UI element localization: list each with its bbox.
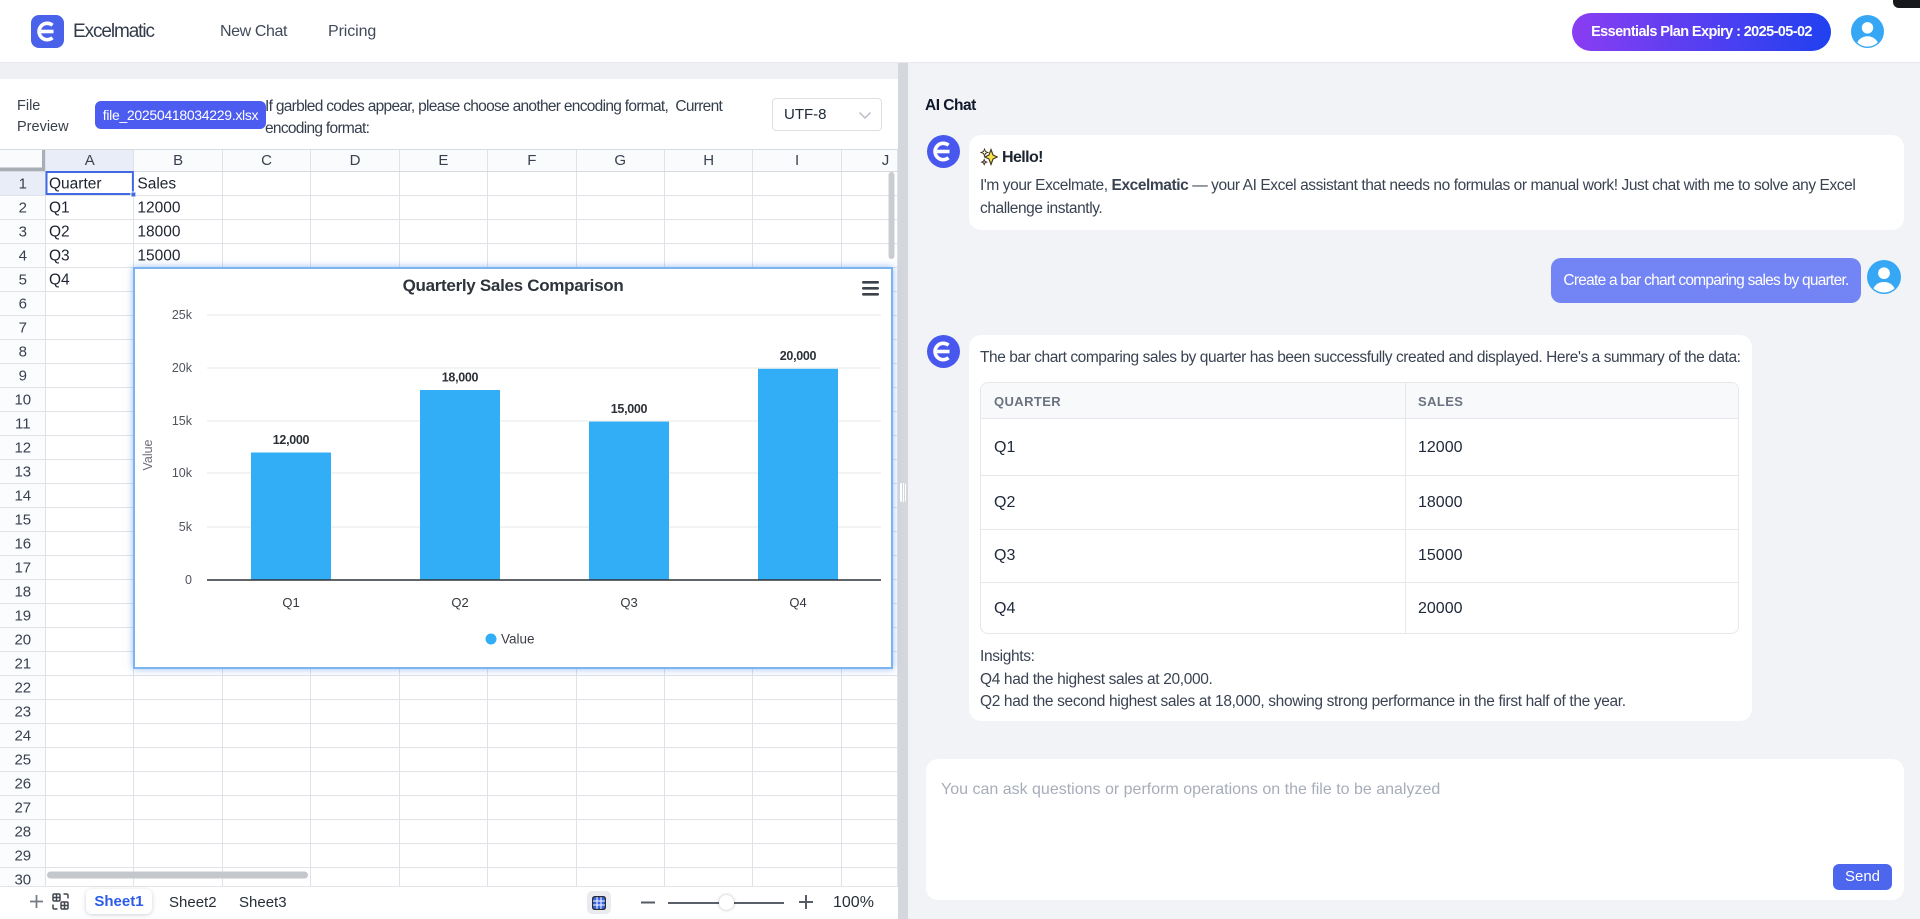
svg-text:Q3: Q3 <box>49 248 70 265</box>
svg-text:28: 28 <box>14 823 31 840</box>
svg-text:D: D <box>350 152 361 169</box>
svg-text:G: G <box>614 152 626 169</box>
svg-text:E: E <box>438 152 448 169</box>
svg-text:Value: Value <box>501 632 535 647</box>
svg-text:1: 1 <box>19 175 27 192</box>
svg-text:29: 29 <box>14 847 31 864</box>
svg-text:0: 0 <box>185 573 192 587</box>
svg-text:23: 23 <box>14 703 31 720</box>
svg-text:15: 15 <box>14 511 31 528</box>
svg-text:B: B <box>173 152 183 169</box>
svg-text:27: 27 <box>14 799 31 816</box>
svg-text:16: 16 <box>14 535 31 552</box>
svg-text:4: 4 <box>19 247 27 264</box>
svg-text:5k: 5k <box>179 520 193 534</box>
svg-text:20,000: 20,000 <box>780 349 817 363</box>
svg-text:H: H <box>703 152 714 169</box>
svg-text:21: 21 <box>14 655 31 672</box>
svg-text:Quarter: Quarter <box>49 176 102 193</box>
svg-text:20k: 20k <box>172 361 193 375</box>
svg-text:14: 14 <box>14 487 31 504</box>
svg-text:15000: 15000 <box>137 248 180 265</box>
svg-text:2: 2 <box>19 199 27 216</box>
svg-text:Q4: Q4 <box>49 272 70 289</box>
svg-text:6: 6 <box>19 295 27 312</box>
svg-text:10: 10 <box>14 391 31 408</box>
svg-text:15k: 15k <box>172 414 193 428</box>
svg-text:10k: 10k <box>172 466 193 480</box>
svg-text:Quarterly Sales Comparison: Quarterly Sales Comparison <box>403 276 624 295</box>
svg-text:26: 26 <box>14 775 31 792</box>
svg-text:12: 12 <box>14 439 31 456</box>
svg-text:Q2: Q2 <box>49 224 70 241</box>
svg-text:18: 18 <box>14 583 31 600</box>
svg-text:5: 5 <box>19 271 27 288</box>
svg-text:Q1: Q1 <box>49 200 70 217</box>
svg-text:Sales: Sales <box>137 176 176 193</box>
svg-text:3: 3 <box>19 223 27 240</box>
svg-text:18000: 18000 <box>137 224 180 241</box>
svg-text:Q1: Q1 <box>282 595 299 610</box>
svg-text:30: 30 <box>14 871 31 886</box>
svg-text:12000: 12000 <box>137 200 180 217</box>
svg-text:18,000: 18,000 <box>442 371 479 385</box>
svg-text:12,000: 12,000 <box>273 433 310 447</box>
svg-text:Value: Value <box>141 439 155 470</box>
svg-text:13: 13 <box>14 463 31 480</box>
svg-text:25k: 25k <box>172 308 193 322</box>
svg-text:J: J <box>882 152 890 169</box>
svg-text:7: 7 <box>19 319 27 336</box>
svg-text:I: I <box>795 152 799 169</box>
svg-text:24: 24 <box>14 727 31 744</box>
svg-text:9: 9 <box>19 367 27 384</box>
svg-text:A: A <box>85 152 95 169</box>
svg-text:Q2: Q2 <box>451 595 468 610</box>
svg-text:Q4: Q4 <box>789 595 806 610</box>
svg-text:22: 22 <box>14 679 31 696</box>
svg-text:20: 20 <box>14 631 31 648</box>
svg-text:15,000: 15,000 <box>611 402 648 416</box>
svg-text:11: 11 <box>15 415 31 432</box>
svg-text:Q3: Q3 <box>620 595 637 610</box>
svg-text:17: 17 <box>14 559 31 576</box>
svg-text:C: C <box>261 152 272 169</box>
svg-text:8: 8 <box>19 343 27 360</box>
svg-text:19: 19 <box>14 607 31 624</box>
svg-text:25: 25 <box>14 751 31 768</box>
svg-text:F: F <box>527 152 536 169</box>
